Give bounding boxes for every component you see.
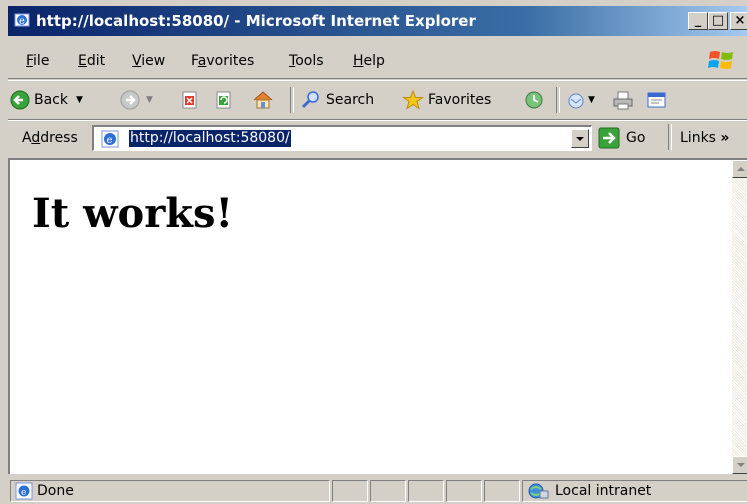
print-button[interactable] bbox=[612, 88, 634, 112]
status-pane bbox=[370, 480, 406, 502]
status-text: Done bbox=[37, 483, 74, 499]
status-pane bbox=[484, 480, 520, 502]
ie-icon: e bbox=[14, 13, 30, 27]
address-dropdown-button[interactable] bbox=[571, 129, 589, 148]
maximize-button[interactable]: □ bbox=[708, 12, 728, 30]
menu-edit[interactable]: Edit bbox=[78, 53, 105, 69]
home-button[interactable] bbox=[252, 88, 274, 112]
menu-help[interactable]: Help bbox=[353, 53, 385, 69]
window-title: http://localhost:58080/ - Microsoft Inte… bbox=[36, 12, 476, 30]
vertical-scrollbar[interactable] bbox=[732, 160, 747, 474]
address-separator bbox=[668, 124, 672, 150]
go-label: Go bbox=[626, 130, 646, 146]
status-zone: Local intranet bbox=[555, 483, 652, 499]
status-zone-pane: Local intranet bbox=[522, 480, 747, 502]
title-bar[interactable]: e http://localhost:58080/ - Microsoft In… bbox=[8, 6, 747, 36]
svg-text:e: e bbox=[19, 16, 25, 27]
browser-window: e http://localhost:58080/ - Microsoft In… bbox=[0, 0, 747, 504]
history-icon bbox=[525, 91, 543, 109]
page-content: It works! bbox=[8, 158, 747, 474]
toolbar-separator bbox=[290, 87, 294, 113]
forward-button[interactable]: ▼ bbox=[120, 88, 153, 112]
go-arrow-icon bbox=[598, 127, 620, 149]
page-icon: e bbox=[101, 130, 119, 148]
stop-icon bbox=[182, 91, 197, 109]
svg-text:e: e bbox=[21, 488, 26, 498]
chevron-up-icon bbox=[737, 167, 745, 171]
status-pane bbox=[332, 480, 368, 502]
search-button[interactable]: Search bbox=[300, 88, 374, 112]
back-label: Back bbox=[34, 92, 68, 108]
page-icon: e bbox=[15, 482, 33, 500]
menu-file[interactable]: File bbox=[26, 53, 49, 69]
address-bar: Address e http://localhost:58080/ Go Lin… bbox=[8, 120, 747, 155]
home-icon bbox=[253, 91, 273, 109]
scroll-down-button[interactable] bbox=[732, 456, 747, 474]
windows-logo-icon bbox=[708, 51, 733, 69]
back-dropdown-icon[interactable]: ▼ bbox=[76, 95, 83, 105]
stop-button[interactable] bbox=[180, 88, 200, 112]
mail-icon bbox=[568, 93, 584, 109]
refresh-button[interactable] bbox=[214, 88, 234, 112]
forward-arrow-icon bbox=[120, 90, 140, 110]
go-button[interactable]: Go bbox=[598, 127, 645, 149]
status-pane bbox=[408, 480, 444, 502]
favorites-star-icon bbox=[402, 90, 424, 110]
toolbar-separator bbox=[556, 87, 560, 113]
address-url: http://localhost:58080/ bbox=[129, 130, 291, 147]
scroll-up-button[interactable] bbox=[732, 160, 747, 178]
menu-bar: File Edit View Favorites Tools Help bbox=[8, 44, 747, 79]
search-icon bbox=[301, 91, 319, 109]
back-arrow-icon bbox=[10, 90, 30, 110]
menu-favorites[interactable]: Favorites bbox=[191, 53, 254, 69]
svg-text:e: e bbox=[107, 135, 113, 146]
refresh-icon bbox=[216, 91, 231, 109]
forward-dropdown-icon[interactable]: ▼ bbox=[146, 95, 153, 105]
favorites-label: Favorites bbox=[428, 92, 492, 108]
history-button[interactable] bbox=[524, 88, 544, 112]
intranet-zone-icon bbox=[528, 483, 549, 499]
edit-button[interactable] bbox=[646, 88, 668, 112]
print-icon bbox=[613, 91, 633, 110]
status-pane bbox=[446, 480, 482, 502]
edit-icon bbox=[647, 92, 666, 108]
chevron-down-icon bbox=[737, 463, 745, 467]
search-label: Search bbox=[326, 92, 375, 108]
chevron-down-icon bbox=[576, 137, 584, 141]
standard-toolbar: Back ▼ ▼ Search Favorites ▼ bbox=[8, 80, 747, 120]
mail-dropdown-icon[interactable]: ▼ bbox=[588, 95, 595, 105]
address-input[interactable]: e http://localhost:58080/ bbox=[92, 125, 592, 151]
back-button[interactable]: Back ▼ bbox=[10, 88, 83, 112]
menu-view[interactable]: View bbox=[132, 53, 165, 69]
address-label: Address bbox=[22, 130, 78, 146]
status-text-pane: e Done bbox=[10, 480, 330, 502]
page-heading: It works! bbox=[32, 190, 234, 237]
mail-button[interactable]: ▼ bbox=[566, 88, 595, 112]
favorites-button[interactable]: Favorites bbox=[402, 88, 491, 112]
links-button[interactable]: Links » bbox=[680, 130, 729, 146]
status-bar: e Done Local intranet bbox=[8, 478, 747, 504]
close-button[interactable]: × bbox=[730, 12, 747, 30]
menu-tools[interactable]: Tools bbox=[289, 53, 324, 69]
minimize-button[interactable]: _ bbox=[688, 12, 708, 30]
